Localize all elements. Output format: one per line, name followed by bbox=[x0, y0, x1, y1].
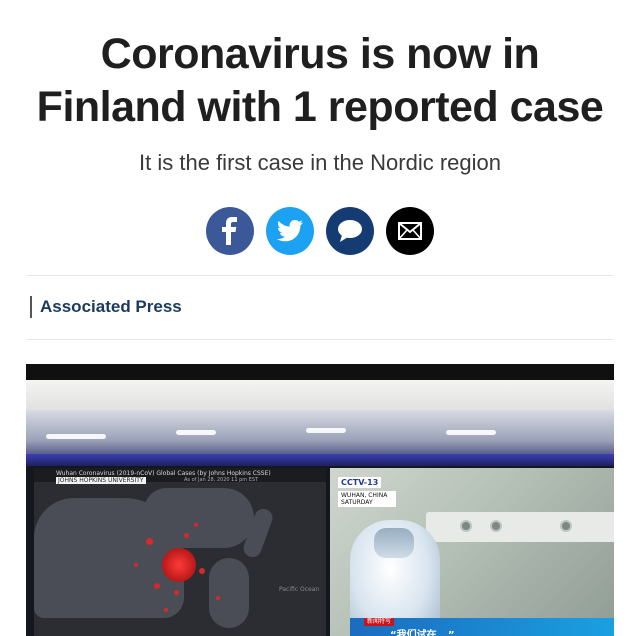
ceiling-light bbox=[46, 434, 106, 439]
divider-top bbox=[26, 275, 614, 276]
twitter-icon bbox=[277, 220, 303, 242]
case-dot bbox=[154, 583, 160, 589]
case-dot bbox=[199, 568, 205, 574]
news-caption: “我们试在...” bbox=[390, 630, 455, 636]
case-dot bbox=[174, 590, 179, 595]
envelope-icon bbox=[398, 222, 422, 240]
map-landmass bbox=[209, 558, 249, 628]
twitter-share-button[interactable] bbox=[266, 207, 314, 255]
byline-author[interactable]: Associated Press bbox=[30, 296, 182, 318]
ceiling-light bbox=[176, 430, 216, 435]
map-ocean-label: Pacific Ocean bbox=[279, 586, 320, 593]
channel-badge: CCTV-13 WUHAN, CHINA SATURDAY bbox=[338, 472, 396, 507]
map-title: Wuhan Coronavirus (2019-nCoV) Global Cas… bbox=[56, 470, 271, 477]
case-dot bbox=[146, 538, 153, 545]
share-buttons bbox=[0, 207, 640, 255]
case-dot bbox=[134, 563, 138, 567]
case-dot bbox=[194, 523, 198, 527]
face-visor bbox=[374, 528, 414, 558]
headline-line-2: Finland with 1 reported case bbox=[36, 83, 604, 131]
coronavirus-map-screen: Wuhan Coronavirus (2019-nCoV) Global Cas… bbox=[34, 468, 326, 636]
email-share-button[interactable] bbox=[386, 207, 434, 255]
photo-wall bbox=[26, 380, 614, 410]
outbreak-cluster bbox=[162, 548, 196, 582]
wall-socket bbox=[490, 520, 502, 532]
article-subheadline: It is the first case in the Nordic regio… bbox=[139, 150, 501, 175]
comment-share-button[interactable] bbox=[326, 207, 374, 255]
case-dot bbox=[216, 596, 220, 600]
ceiling-light bbox=[306, 428, 346, 433]
location-caption: WUHAN, CHINA SATURDAY bbox=[338, 491, 396, 507]
wall-socket bbox=[560, 520, 572, 532]
photo-top-bar bbox=[26, 364, 614, 380]
speech-bubble-icon bbox=[337, 219, 363, 243]
map-landmass bbox=[144, 488, 254, 548]
facebook-share-button[interactable] bbox=[206, 207, 254, 255]
cctv-news-screen: CCTV-13 WUHAN, CHINA SATURDAY 新闻特写 “我们试在… bbox=[330, 468, 614, 636]
case-dot bbox=[184, 533, 189, 538]
cctv-logo: CCTV-13 bbox=[338, 477, 382, 488]
wall-socket bbox=[460, 520, 472, 532]
divider-bottom bbox=[26, 339, 614, 340]
headline-line-1: Coronavirus is now in bbox=[100, 30, 540, 78]
map-timestamp: As of Jan 28, 2020 11 pm EST bbox=[184, 477, 259, 483]
facebook-icon bbox=[220, 217, 240, 245]
article-photo[interactable]: Wuhan Coronavirus (2019-nCoV) Global Cas… bbox=[26, 364, 614, 636]
map-source: JOHNS HOPKINS UNIVERSITY bbox=[56, 477, 146, 484]
case-dot bbox=[164, 608, 168, 612]
news-tag: 新闻特写 bbox=[364, 618, 395, 626]
photo-blue-band bbox=[26, 454, 614, 466]
ceiling-light bbox=[446, 430, 496, 435]
article-headline: Coronavirus is now in Finland with 1 rep… bbox=[0, 28, 640, 134]
hospital-wall-rail bbox=[426, 512, 614, 542]
